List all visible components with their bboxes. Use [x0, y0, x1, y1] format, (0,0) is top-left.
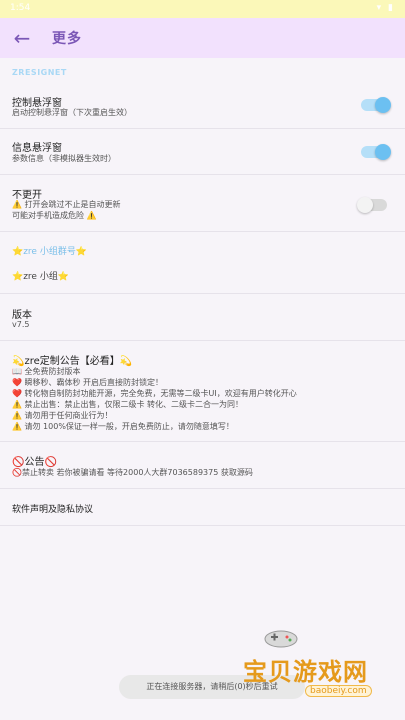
switch-knob — [357, 197, 373, 213]
version-item[interactable]: 版本 v7.5 — [0, 294, 405, 339]
qq-group-text: ⭐zre 小组⭐ — [12, 272, 70, 282]
back-button[interactable]: ← — [11, 27, 33, 49]
announcement-section[interactable]: 💫zre定制公告【必看】💫 📖 全免费防封版本 ❤️ 瞬移秒、霸体秒 开启后直接… — [0, 341, 405, 440]
warning-title: 🚫公告🚫 — [12, 457, 57, 468]
setting-subtitle-line: 可能对手机造成危险 ⚠️ — [12, 211, 97, 220]
status-time: 1:54 — [10, 3, 31, 13]
status-bar: 1:54 ▾ ▮ — [0, 0, 405, 18]
privacy-policy-text: 软件声明及隐私协议 — [12, 505, 94, 515]
announcement-line: ❤️ 瞬移秒、霸体秒 开启后直接防封锁定！ — [12, 378, 164, 387]
version-value: v7.5 — [12, 320, 30, 329]
privacy-policy-item[interactable]: 软件声明及隐私协议 — [0, 489, 405, 525]
toggle-switch-on[interactable] — [361, 97, 391, 113]
setting-info-floating-window[interactable]: 信息悬浮窗 参数信息（非模拟器生效时） — [0, 129, 405, 174]
section-header: ZRESIGNET — [12, 68, 67, 77]
setting-subtitle: 启动控制悬浮窗（下次重启生效） — [12, 108, 132, 117]
setting-title: 信息悬浮窗 — [12, 143, 62, 154]
announcement-line: ⚠️ 请勿用于任何商业行为！ — [12, 411, 113, 420]
switch-knob — [375, 97, 391, 113]
announcement-line: ❤️ 转化物自制防封功能开源，完全免费，无需等二级卡UI，欢迎有用户转化开心 — [12, 389, 297, 398]
watermark-logo: 宝贝游戏网 baobeiy.com — [243, 625, 393, 705]
arrow-left-icon: ← — [13, 26, 31, 50]
warning-section[interactable]: 🚫公告🚫 🚫禁止转卖 若你被骗请看 等待2000人大群7036589375 获取… — [0, 442, 405, 487]
status-icons: ▾ ▮ — [376, 3, 395, 13]
gamepad-icon — [264, 630, 298, 648]
qq-group-link[interactable]: ⭐zre 小组群号⭐ — [0, 232, 405, 262]
announcement-line: ⚠️ 禁止出售：禁止出售，仅限二级卡 转化、二级卡二合一为同！ — [12, 400, 244, 409]
qq-group-text: ⭐zre 小组群号⭐ — [12, 247, 88, 257]
setting-subtitle: 参数信息（非模拟器生效时） — [12, 154, 116, 163]
announcement-line: 📖 全免费防封版本 — [12, 367, 81, 376]
warning-line: 🚫禁止转卖 若你被骗请看 等待2000人大群7036589375 获取源码 — [12, 468, 253, 477]
divider — [0, 525, 405, 526]
switch-knob — [375, 144, 391, 160]
setting-no-update[interactable]: 不更开 ⚠️ 打开会跳过不止是自动更新 可能对手机造成危险 ⚠️ — [0, 175, 405, 231]
setting-subtitle-line: ⚠️ 打开会跳过不止是自动更新 — [12, 200, 121, 209]
setting-control-floating-window[interactable]: 控制悬浮窗 启动控制悬浮窗（下次重启生效） — [0, 85, 405, 128]
announcement-line: ⚠️ 请勿 100%保证一样一般，开启免费防止，请勿随意填写！ — [12, 422, 234, 431]
toggle-switch-on[interactable] — [361, 144, 391, 160]
app-bar: ← 更多 — [0, 18, 405, 58]
announcement-title: 💫zre定制公告【必看】💫 — [12, 356, 133, 367]
watermark-domain: baobeiy.com — [305, 685, 372, 697]
watermark-title: 宝贝游戏网 — [243, 658, 368, 686]
page-title: 更多 — [52, 31, 82, 47]
qq-group-item[interactable]: ⭐zre 小组⭐ — [0, 262, 405, 292]
toggle-switch-off[interactable] — [357, 197, 387, 213]
